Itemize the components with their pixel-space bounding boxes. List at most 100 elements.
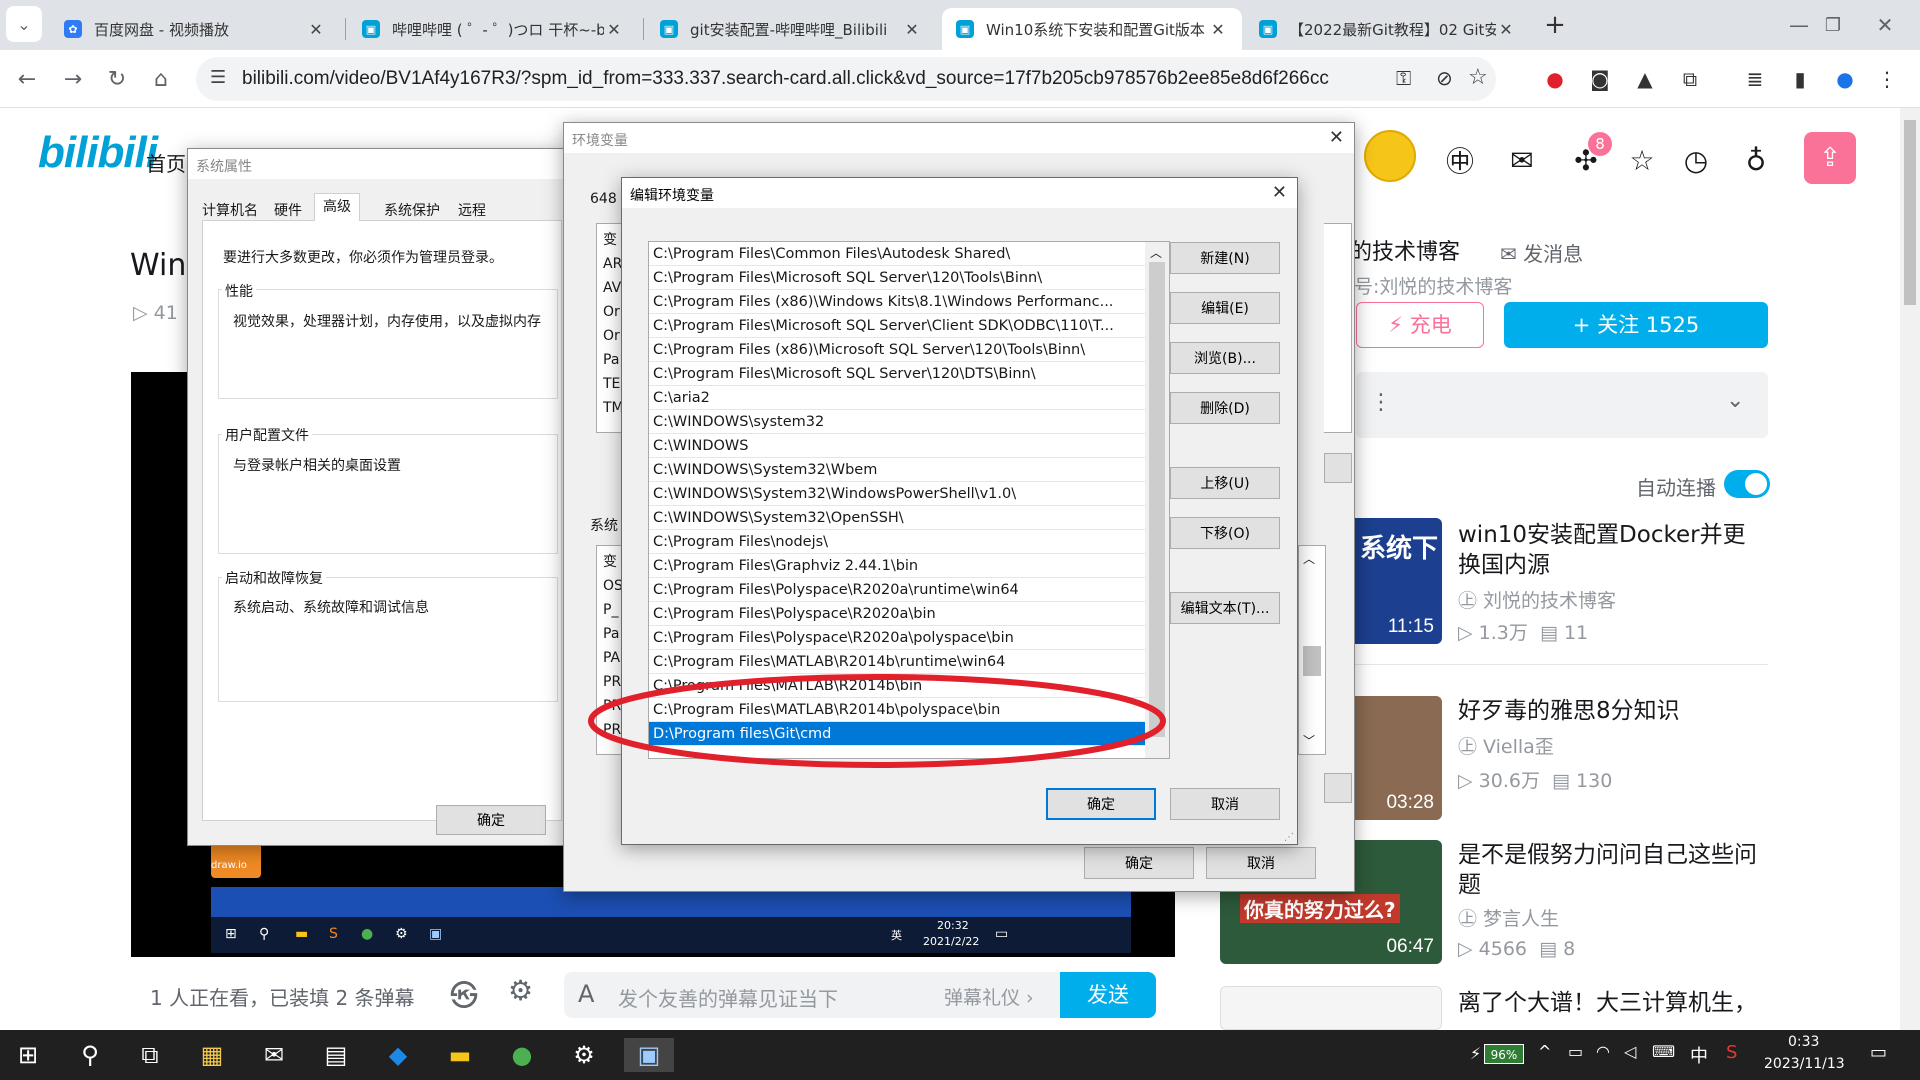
bookmark-star-icon[interactable]: ☆: [1468, 65, 1488, 90]
tab-bilibili-home[interactable]: ▣ 哔哩哔哩 ( ゜- ゜)つロ 干杯~-bil ✕: [348, 8, 638, 50]
follow-button[interactable]: + 关注 1525: [1504, 302, 1768, 348]
danmaku-etiquette-link[interactable]: 弹幕礼仪 ›: [944, 983, 1034, 1010]
volume-icon[interactable]: ◁: [1624, 1042, 1636, 1061]
close-icon[interactable]: ✕: [1496, 20, 1516, 39]
uploader-name[interactable]: 的技术博客: [1350, 234, 1460, 266]
path-item[interactable]: C:\WINDOWS\System32\WindowsPowerShell\v1…: [649, 482, 1145, 506]
search-icon[interactable]: ⚲: [72, 1038, 108, 1072]
collection-panel[interactable]: ⋮ ⌄: [1356, 372, 1768, 438]
lenovo-icon[interactable]: ◆: [380, 1038, 416, 1072]
rec-title-1[interactable]: win10安装配置Docker并更换国内源: [1458, 520, 1768, 580]
site-info-icon[interactable]: ☰: [210, 67, 226, 88]
move-up-button[interactable]: 上移(U): [1170, 467, 1280, 499]
chevron-down-icon[interactable]: ⌄: [1726, 388, 1744, 413]
tab-system-protection[interactable]: 系统保护: [384, 200, 440, 220]
path-item[interactable]: C:\Program Files (x86)\Windows Kits\8.1\…: [649, 290, 1145, 314]
home-link[interactable]: 首页: [146, 148, 186, 177]
tab-git-tutorial[interactable]: ▣ 【2022最新Git教程】02 Git安装 ✕: [1245, 8, 1530, 50]
path-item[interactable]: C:\aria2: [649, 386, 1145, 410]
message-mail-icon[interactable]: ✉: [1502, 140, 1542, 180]
editenv-ok-button[interactable]: 确定: [1046, 788, 1156, 820]
envvars-ok-button[interactable]: 确定: [1084, 847, 1194, 879]
opera-extension-icon[interactable]: ●: [1540, 64, 1570, 94]
user-avatar[interactable]: [1364, 130, 1416, 182]
profile-avatar-icon[interactable]: ●: [1830, 64, 1860, 94]
autoplay-toggle[interactable]: [1724, 470, 1770, 498]
path-item[interactable]: C:\Program Files\Polyspace\R2020a\polysp…: [649, 626, 1145, 650]
delete-button[interactable]: 删除(D): [1170, 392, 1280, 424]
settings-gear-icon[interactable]: ⚙: [566, 1038, 602, 1072]
resize-grip-icon[interactable]: ⋰: [1284, 832, 1294, 843]
path-item[interactable]: C:\Program Files\Graphviz 2.44.1\bin: [649, 554, 1145, 578]
rec-title-4[interactable]: 离了个大谱！大三计算机生，: [1458, 988, 1768, 1028]
bilibili-logo[interactable]: bilibili: [38, 128, 158, 178]
task-view-icon[interactable]: ⧉: [132, 1038, 168, 1072]
new-button[interactable]: 新建(N): [1170, 242, 1280, 274]
network-icon[interactable]: ▭: [1568, 1042, 1583, 1061]
ime-indicator[interactable]: 中: [1690, 1042, 1708, 1068]
path-item[interactable]: C:\Program Files\Polyspace\R2020a\runtim…: [649, 578, 1145, 602]
close-icon[interactable]: ✕: [902, 20, 922, 39]
path-item[interactable]: C:\Program Files\Polyspace\R2020a\bin: [649, 602, 1145, 626]
path-item[interactable]: C:\Program Files\Microsoft SQL Server\Cl…: [649, 314, 1145, 338]
minimize-icon[interactable]: —: [1780, 6, 1818, 44]
store-icon[interactable]: ▦: [194, 1038, 230, 1072]
mail-icon[interactable]: ✉: [256, 1038, 292, 1072]
chrome-icon[interactable]: ●: [504, 1038, 540, 1072]
rec-author-1[interactable]: ㊤ 刘悦的技术博客: [1458, 586, 1616, 613]
path-item[interactable]: C:\Program Files (x86)\Microsoft SQL Ser…: [649, 338, 1145, 362]
close-icon[interactable]: ✕: [306, 20, 326, 39]
path-item[interactable]: C:\Program Files\MATLAB\R2014b\runtime\w…: [649, 650, 1145, 674]
clock-time[interactable]: 0:33: [1788, 1034, 1819, 1050]
url-text[interactable]: bilibili.com/video/BV1Af4y167R3/?spm_id_…: [242, 68, 1329, 90]
editenv-cancel-button[interactable]: 取消: [1170, 788, 1280, 820]
system-properties-taskbar-icon[interactable]: ▣: [624, 1038, 674, 1072]
restore-icon[interactable]: ❐: [1814, 6, 1852, 44]
danmaku-toggle-icon[interactable]: ㉿: [450, 974, 478, 1014]
rec-thumb-4[interactable]: [1220, 986, 1442, 1030]
upload-icon[interactable]: ⇪: [1804, 132, 1856, 184]
danmaku-input[interactable]: A 发个友善的弹幕见证当下 弹幕礼仪 ›: [564, 972, 1064, 1018]
path-item[interactable]: C:\Program Files\Microsoft SQL Server\12…: [649, 266, 1145, 290]
action-center-icon[interactable]: ▭: [1870, 1042, 1887, 1063]
new-tab-plus-icon[interactable]: +: [1536, 6, 1574, 44]
forward-arrow-icon[interactable]: →: [54, 60, 92, 98]
browse-button[interactable]: 浏览(B)...: [1170, 342, 1280, 374]
favorites-star-icon[interactable]: ☆: [1622, 140, 1662, 180]
side-panel-icon[interactable]: ▮: [1785, 64, 1815, 94]
scroll-up-icon[interactable]: ︿: [1150, 244, 1162, 261]
tab-baidu[interactable]: ✿ 百度网盘 - 视频播放 ✕: [50, 8, 340, 50]
page-scroll-thumb[interactable]: [1904, 120, 1916, 305]
edit-button[interactable]: 编辑(E): [1170, 292, 1280, 324]
path-item[interactable]: C:\WINDOWS\System32\Wbem: [649, 458, 1145, 482]
rec-title-2[interactable]: 好歹毒的雅思8分知识: [1458, 696, 1768, 726]
wifi-icon[interactable]: ◠: [1596, 1042, 1610, 1061]
close-icon[interactable]: ✕: [1329, 127, 1344, 148]
window-close-icon[interactable]: ✕: [1866, 6, 1904, 44]
creation-bulb-icon[interactable]: ♁: [1736, 140, 1776, 180]
chevron-up-icon[interactable]: ^: [1538, 1042, 1551, 1061]
close-icon[interactable]: ✕: [604, 20, 624, 39]
key-icon[interactable]: ⚿: [1396, 66, 1411, 90]
danmaku-settings-icon[interactable]: ⚙: [508, 974, 533, 1007]
more-dots-icon[interactable]: ⋮: [1370, 390, 1392, 415]
address-bar[interactable]: ☰ bilibili.com/video/BV1Af4y167R3/?spm_i…: [196, 57, 1496, 101]
clock-date[interactable]: 2023/11/13: [1764, 1056, 1845, 1072]
extension-icon[interactable]: ◙: [1585, 64, 1615, 94]
scroll-thumb[interactable]: [1149, 262, 1165, 737]
move-down-button[interactable]: 下移(O): [1170, 517, 1280, 549]
tab-hardware[interactable]: 硬件: [274, 200, 302, 220]
close-icon[interactable]: ✕: [1272, 182, 1287, 203]
tab-win10-git-active[interactable]: ▣ Win10系统下安装和配置Git版本 ✕: [942, 8, 1242, 50]
back-arrow-icon[interactable]: ←: [8, 60, 46, 98]
path-item[interactable]: C:\Program Files\nodejs\: [649, 530, 1145, 554]
plug-icon[interactable]: ⚡: [1470, 1044, 1481, 1063]
tab-git-config[interactable]: ▣ git安装配置-哔哩哔哩_Bilibili ✕: [646, 8, 936, 50]
media-control-icon[interactable]: ≣: [1740, 64, 1770, 94]
path-item[interactable]: C:\WINDOWS\System32\OpenSSH\: [649, 506, 1145, 530]
font-style-icon[interactable]: A: [578, 980, 594, 1008]
tab-computer-name[interactable]: 计算机名: [202, 200, 258, 220]
menu-kebab-icon[interactable]: ⋮: [1872, 64, 1902, 94]
battery-indicator[interactable]: 96%: [1484, 1044, 1524, 1064]
sogou-icon[interactable]: S: [1726, 1042, 1737, 1063]
